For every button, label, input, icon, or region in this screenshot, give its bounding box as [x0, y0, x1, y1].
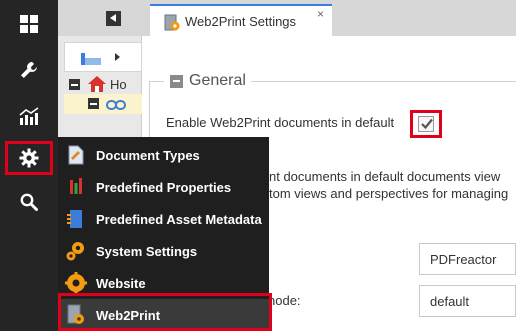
menu-item-predefined-asset-metadata[interactable]: Predefined Asset Metadata	[58, 203, 269, 235]
enable-web2print-checkbox[interactable]	[418, 116, 434, 132]
menu-item-web2print[interactable]: Web2Print	[58, 299, 269, 331]
menu-item-label: Website	[96, 276, 146, 291]
settings-menu: Document Types Predefined Properties Pre…	[58, 137, 269, 331]
enable-web2print-label: Enable Web2Print documents in default	[166, 115, 395, 130]
menu-item-label: Document Types	[96, 148, 200, 163]
predefined-properties-icon	[65, 176, 87, 198]
folder-add-icon[interactable]	[81, 52, 103, 70]
general-legend[interactable]: General	[164, 72, 251, 90]
document-types-icon	[65, 144, 87, 166]
description-line-2: tom views and perspectives for managing	[269, 186, 509, 201]
menu-item-label: Web2Print	[96, 308, 161, 323]
toolbar-more-arrow-icon[interactable]	[115, 53, 120, 61]
pdf-tool-select[interactable]: PDFreactor	[419, 243, 516, 275]
menu-item-label: Predefined Asset Metadata	[96, 212, 262, 227]
collapse-panel-button[interactable]	[106, 11, 121, 26]
menu-item-label: Predefined Properties	[96, 180, 232, 195]
mode-select[interactable]: default	[419, 285, 516, 317]
link-icon	[106, 98, 126, 116]
collapse-node-icon[interactable]	[69, 79, 80, 90]
section-title: General	[189, 72, 246, 89]
asset-metadata-icon	[65, 208, 87, 230]
collapse-section-icon[interactable]	[170, 74, 183, 88]
wrench-icon[interactable]	[14, 55, 44, 85]
menu-item-predefined-properties[interactable]: Predefined Properties	[58, 171, 269, 203]
main-sidebar	[0, 0, 58, 331]
tab-web2print-settings[interactable]: Web2Print Settings ×	[150, 4, 332, 36]
tree-toolbar	[64, 42, 142, 72]
web2print-settings-icon	[164, 14, 180, 37]
tab-label: Web2Print Settings	[185, 14, 297, 29]
website-icon	[65, 272, 87, 294]
tree-header	[58, 0, 142, 36]
system-settings-icon	[65, 240, 87, 262]
tree-row-selected[interactable]	[64, 94, 142, 114]
checkmark-icon	[421, 118, 433, 130]
dashboard-icon[interactable]	[14, 9, 44, 39]
chart-icon[interactable]	[14, 101, 44, 131]
menu-item-document-types[interactable]: Document Types	[58, 139, 269, 171]
menu-item-system-settings[interactable]: System Settings	[58, 235, 269, 267]
gear-icon[interactable]	[5, 141, 53, 175]
tab-close-icon[interactable]: ×	[317, 7, 324, 21]
tab-bar: Web2Print Settings ×	[142, 0, 516, 36]
enable-web2print-highlight	[410, 110, 442, 138]
tree-row-home[interactable]: Ho	[64, 75, 142, 94]
collapse-node-icon[interactable]	[88, 98, 99, 109]
menu-item-label: System Settings	[96, 244, 198, 259]
web2print-icon	[65, 304, 87, 326]
tree-node-label: Ho	[110, 77, 127, 92]
mode-label: node:	[268, 293, 301, 308]
description-line-1: nt documents in default documents view	[269, 169, 501, 184]
menu-item-website[interactable]: Website	[58, 267, 269, 299]
search-icon[interactable]	[14, 187, 44, 217]
